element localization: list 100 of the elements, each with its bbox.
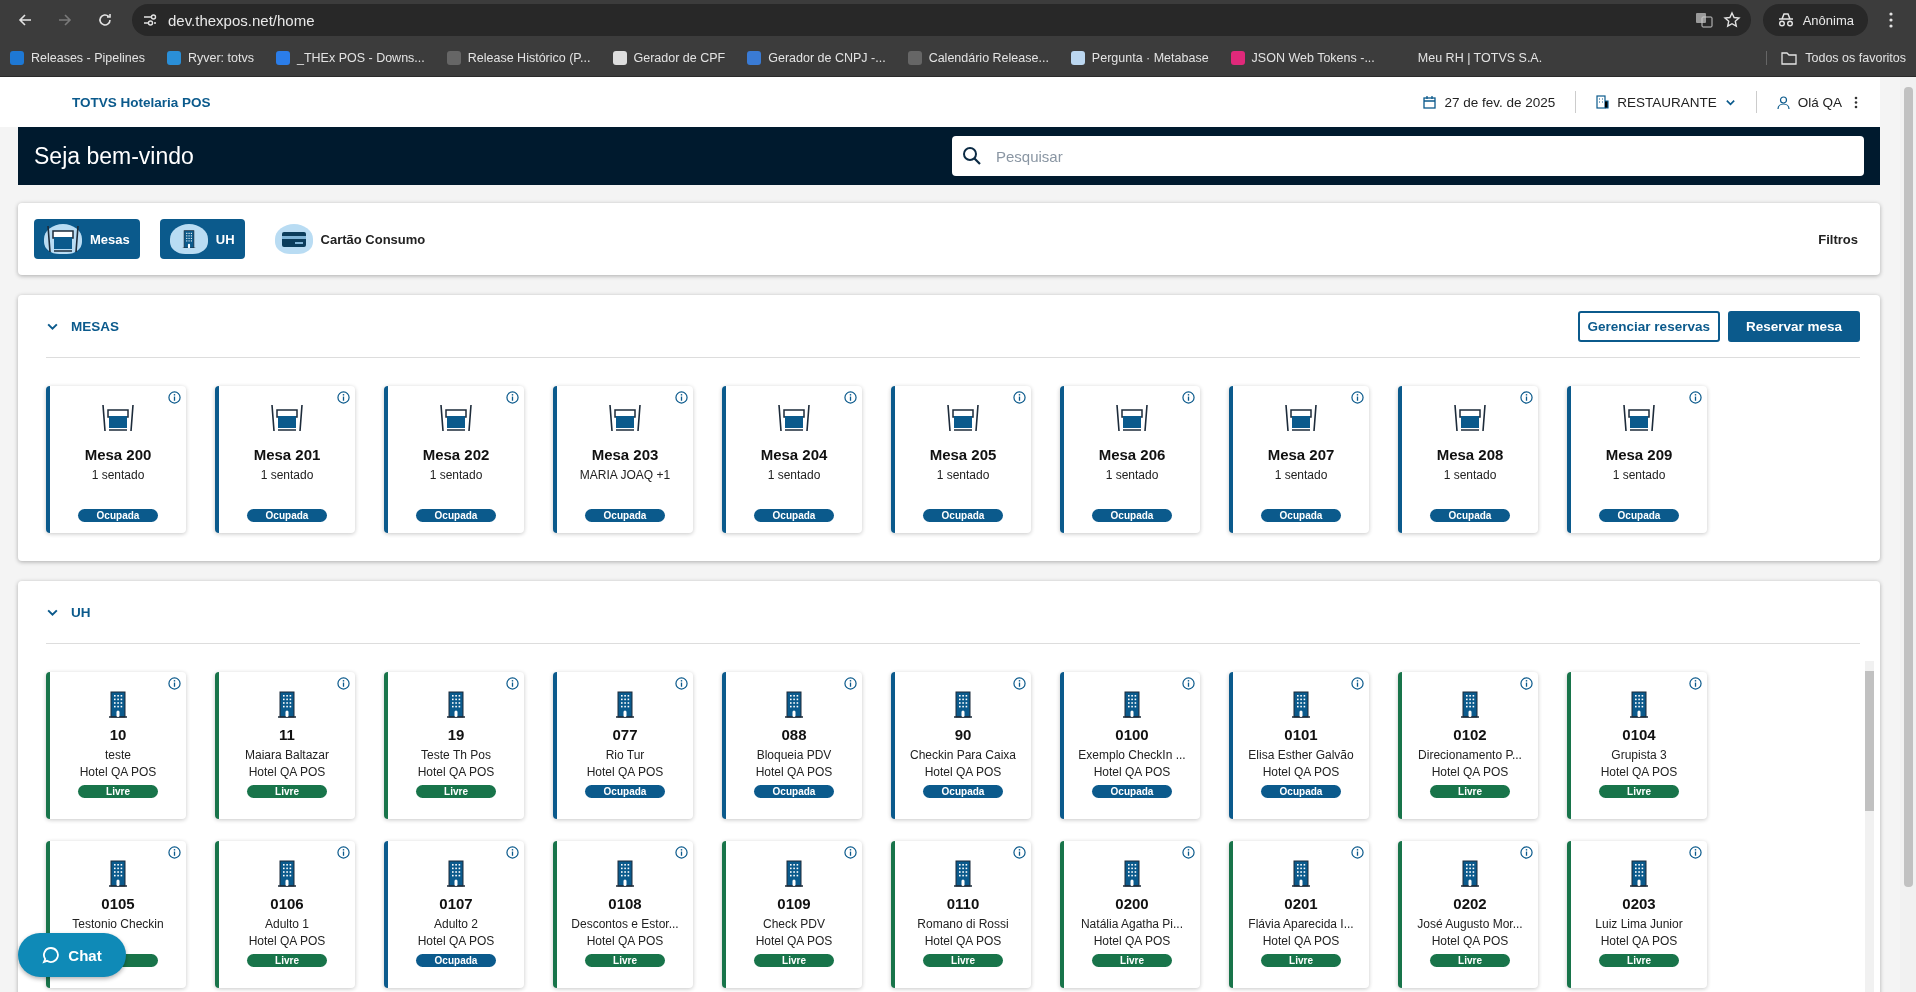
info-icon[interactable] xyxy=(844,846,857,859)
room-card[interactable]: 11 Maiara Baltazar Hotel QA POS Livre xyxy=(215,672,355,819)
filter-button[interactable]: Mesas xyxy=(34,219,140,259)
table-card[interactable]: Mesa 206 1 sentado Ocupada xyxy=(1060,386,1200,533)
info-icon[interactable] xyxy=(168,677,181,690)
room-card[interactable]: 0200 Natália Agatha Pi... Hotel QA POS Livre xyxy=(1060,841,1200,988)
info-icon[interactable] xyxy=(844,391,857,404)
room-card[interactable]: 19 Teste Th Pos Hotel QA POS Livre xyxy=(384,672,524,819)
bookmark[interactable]: Ryver: totvs xyxy=(166,51,254,65)
info-icon[interactable] xyxy=(1013,846,1026,859)
card-title: Mesa 202 xyxy=(422,446,490,463)
room-card[interactable]: 0108 Descontos e Estor... Hotel QA POS Livre xyxy=(553,841,693,988)
info-icon[interactable] xyxy=(1351,677,1364,690)
card-detail: Luiz Lima Junior xyxy=(1595,917,1683,931)
table-card[interactable]: Mesa 203 MARIA JOAQ +1 Ocupada xyxy=(553,386,693,533)
room-card[interactable]: 0202 José Augusto Mor... Hotel QA POS Livre xyxy=(1398,841,1538,988)
table-card[interactable]: Mesa 207 1 sentado Ocupada xyxy=(1229,386,1369,533)
room-card[interactable]: 0100 Exemplo CheckIn ... Hotel QA POS Ocupada xyxy=(1060,672,1200,819)
card-icon xyxy=(280,230,307,248)
room-card[interactable]: 90 Checkin Para Caixa Hotel QA POS Ocupada xyxy=(891,672,1031,819)
info-icon[interactable] xyxy=(337,677,350,690)
info-icon[interactable] xyxy=(675,677,688,690)
user-menu[interactable]: Olá QA xyxy=(1776,94,1842,110)
info-icon[interactable] xyxy=(1689,677,1702,690)
room-card[interactable]: 0102 Direcionamento P... Hotel QA POS Livre xyxy=(1398,672,1538,819)
filter-button[interactable]: UH xyxy=(159,219,245,259)
star-icon[interactable] xyxy=(1722,11,1741,29)
info-icon[interactable] xyxy=(675,846,688,859)
arrow-left-icon xyxy=(17,12,33,28)
bookmark[interactable]: JSON Web Tokens -... xyxy=(1230,51,1375,65)
room-card[interactable]: 0107 Adulto 2 Hotel QA POS Ocupada xyxy=(384,841,524,988)
info-icon[interactable] xyxy=(337,391,350,404)
chat-button[interactable]: Chat xyxy=(18,933,126,977)
info-icon[interactable] xyxy=(1689,846,1702,859)
table-card[interactable]: Mesa 201 1 sentado Ocupada xyxy=(215,386,355,533)
chat-icon xyxy=(42,946,61,964)
info-icon[interactable] xyxy=(168,846,181,859)
info-icon[interactable] xyxy=(506,846,519,859)
info-icon[interactable] xyxy=(337,846,350,859)
info-icon[interactable] xyxy=(844,677,857,690)
info-icon[interactable] xyxy=(1182,846,1195,859)
room-card[interactable]: 077 Rio Tur Hotel QA POS Ocupada xyxy=(553,672,693,819)
table-card[interactable]: Mesa 208 1 sentado Ocupada xyxy=(1398,386,1538,533)
info-icon[interactable] xyxy=(1520,846,1533,859)
bookmark[interactable]: Releases - Pipelines xyxy=(10,51,145,65)
info-icon[interactable] xyxy=(506,677,519,690)
bookmark[interactable]: Pergunta · Metabase xyxy=(1070,51,1209,65)
table-card[interactable]: Mesa 209 1 sentado Ocupada xyxy=(1567,386,1707,533)
profile-button[interactable]: Anônima xyxy=(1762,4,1868,36)
room-card[interactable]: 0201 Flávia Aparecida I... Hotel QA POS Livre xyxy=(1229,841,1369,988)
card-title: 0110 xyxy=(946,895,980,912)
table-card[interactable]: Mesa 204 1 sentado Ocupada xyxy=(722,386,862,533)
card-title: 0108 xyxy=(608,895,642,912)
room-card[interactable]: 0104 Grupista 3 Hotel QA POS Livre xyxy=(1567,672,1707,819)
section-title[interactable]: UH xyxy=(71,604,91,620)
table-card[interactable]: Mesa 205 1 sentado Ocupada xyxy=(891,386,1031,533)
all-bookmarks[interactable]: Todos os favoritos xyxy=(1766,51,1906,65)
room-card[interactable]: 0110 Romano di Rossi Hotel QA POS Livre xyxy=(891,841,1031,988)
outlet-selector[interactable]: RESTAURANTE xyxy=(1596,94,1736,110)
table-card[interactable]: Mesa 200 1 sentado Ocupada xyxy=(46,386,186,533)
address-bar[interactable]: dev.thexpos.net/home xyxy=(132,4,1751,36)
bookmark[interactable]: Calendário Release... xyxy=(907,51,1049,65)
room-card[interactable]: 0203 Luiz Lima Junior Hotel QA POS Livre xyxy=(1567,841,1707,988)
info-icon[interactable] xyxy=(1013,391,1026,404)
info-icon[interactable] xyxy=(1520,677,1533,690)
bookmark[interactable]: Gerador de CNPJ -... xyxy=(747,51,886,65)
site-settings-icon[interactable] xyxy=(142,12,158,28)
info-icon[interactable] xyxy=(1013,677,1026,690)
date-selector[interactable]: 27 de fev. de 2025 xyxy=(1423,94,1556,110)
bookmark[interactable]: Release Histórico (P... xyxy=(446,51,591,65)
info-icon[interactable] xyxy=(675,391,688,404)
room-card[interactable]: 088 Bloqueia PDV Hotel QA POS Ocupada xyxy=(722,672,862,819)
filter-button[interactable]: Cartão Consumo xyxy=(264,219,436,259)
bookmark[interactable]: _THEx POS - Downs... xyxy=(275,51,425,65)
info-icon[interactable] xyxy=(1182,391,1195,404)
manage-button[interactable]: Gerenciar reservas xyxy=(1577,310,1720,342)
room-card[interactable]: 0109 Check PDV Hotel QA POS Livre xyxy=(722,841,862,988)
section-title[interactable]: MESAS xyxy=(71,318,119,334)
status-badge: Ocupada xyxy=(78,509,158,522)
filters-button[interactable]: Filtros xyxy=(1812,230,1864,248)
info-icon[interactable] xyxy=(1351,391,1364,404)
bookmark[interactable]: Meu RH | TOTVS S.A. xyxy=(1396,51,1543,65)
info-icon[interactable] xyxy=(1520,391,1533,404)
more-icon[interactable] xyxy=(1854,95,1858,109)
room-card[interactable]: 0101 Elisa Esther Galvão Hotel QA POS Ocupada xyxy=(1229,672,1369,819)
card-title: Mesa 201 xyxy=(253,446,321,463)
info-icon[interactable] xyxy=(168,391,181,404)
scrollbar[interactable] xyxy=(1865,661,1874,992)
search-field[interactable]: Pesquisar xyxy=(952,136,1864,176)
info-icon[interactable] xyxy=(1351,846,1364,859)
translate-icon[interactable] xyxy=(1694,11,1713,29)
table-card[interactable]: Mesa 202 1 sentado Ocupada xyxy=(384,386,524,533)
room-card[interactable]: 10 teste Hotel QA POS Livre xyxy=(46,672,186,819)
info-icon[interactable] xyxy=(1182,677,1195,690)
bookmark[interactable]: Gerador de CPF xyxy=(612,51,726,65)
status-badge: Ocupada xyxy=(416,509,496,522)
info-icon[interactable] xyxy=(506,391,519,404)
info-icon[interactable] xyxy=(1689,391,1702,404)
room-card[interactable]: 0106 Adulto 1 Hotel QA POS Livre xyxy=(215,841,355,988)
reserve-button[interactable]: Reservar mesa xyxy=(1727,310,1860,342)
